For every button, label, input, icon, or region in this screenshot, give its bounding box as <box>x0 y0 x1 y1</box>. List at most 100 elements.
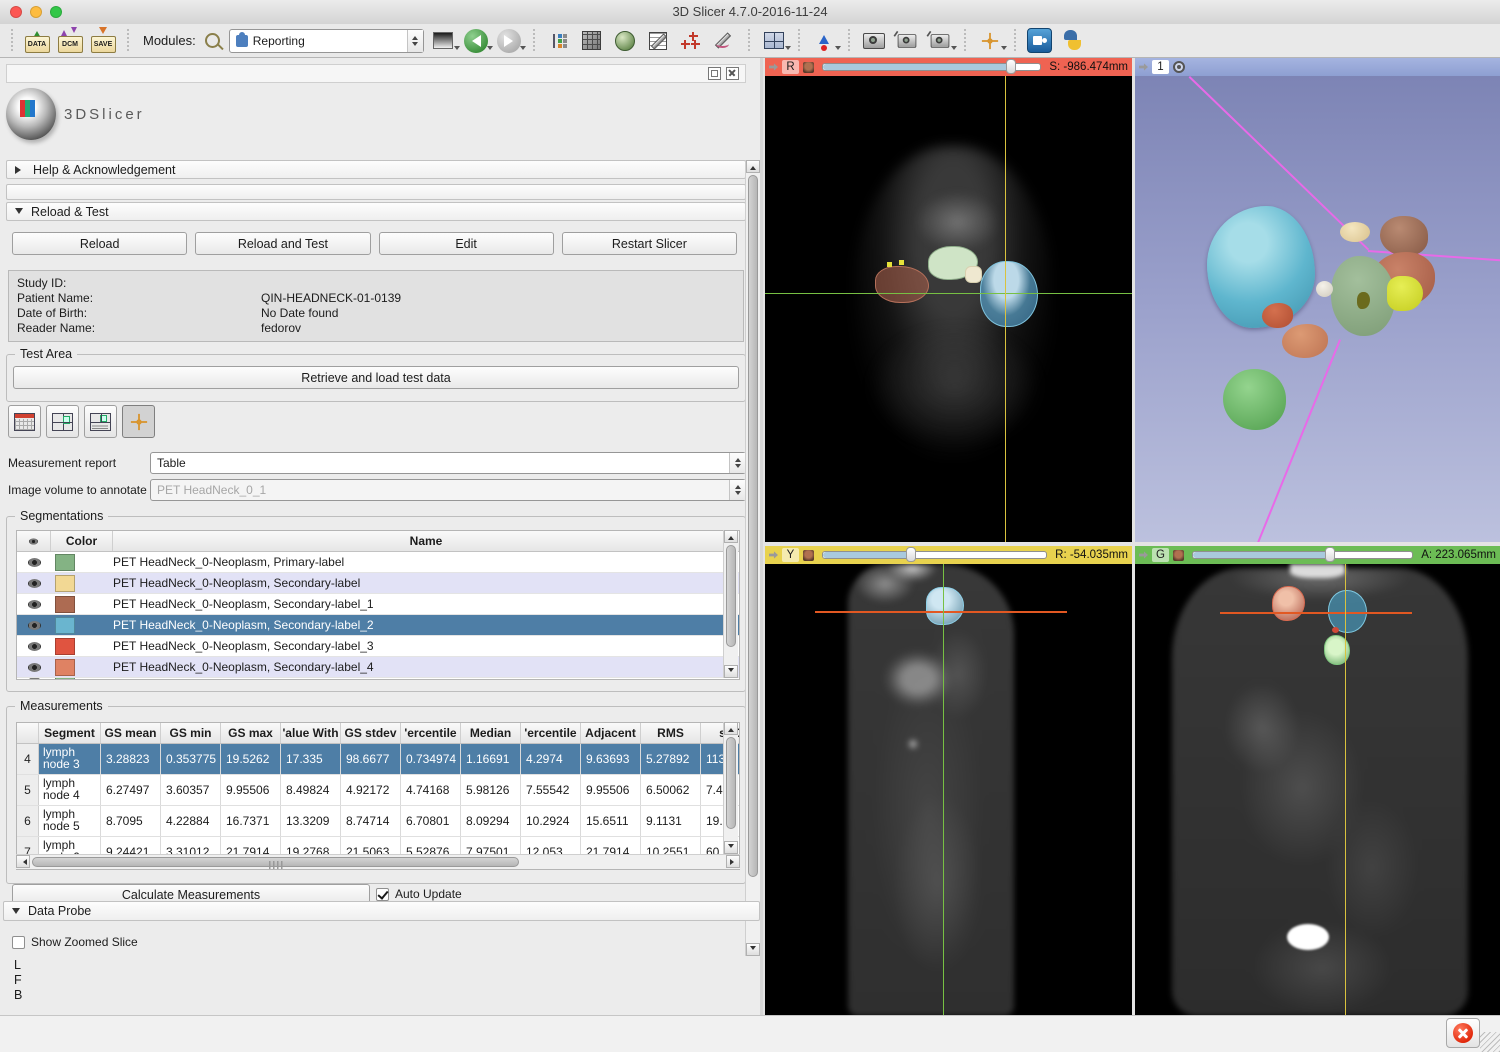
column-header[interactable]: RMS <box>641 723 701 743</box>
color-swatch[interactable] <box>55 595 75 613</box>
scrollbar-thumb[interactable] <box>32 857 519 869</box>
color-swatch[interactable] <box>55 637 75 655</box>
scrollbar-thumb[interactable] <box>726 545 736 647</box>
column-header[interactable]: GS min <box>161 723 221 743</box>
pin-icon[interactable] <box>769 551 778 559</box>
column-header[interactable]: GS stdev <box>341 723 401 743</box>
visibility-cell[interactable] <box>17 662 51 672</box>
color-column-header[interactable]: Color <box>51 531 113 551</box>
dicom-button[interactable]: DCM <box>56 27 84 55</box>
module-history-button[interactable] <box>429 27 460 55</box>
four-up-layout-button[interactable] <box>46 405 79 438</box>
column-header[interactable]: Median <box>461 723 521 743</box>
visibility-cell[interactable] <box>17 578 51 588</box>
measurement-row[interactable]: 6 lymph node 5 8.7095 4.22884 16.7371 13.3209… <box>17 806 739 837</box>
markups-button[interactable] <box>710 27 738 55</box>
column-header[interactable]: Adjacent <box>581 723 641 743</box>
segmentation-row[interactable]: PET HeadNeck_0-Neoplasm, Secondary-label… <box>17 657 739 678</box>
scrollbar-thumb[interactable] <box>748 175 758 877</box>
module-forward-button[interactable] <box>495 27 526 55</box>
segmentation-row[interactable]: PET HeadNeck_0-Neoplasm, Secondary-label… <box>17 615 739 636</box>
scroll-left-button[interactable] <box>16 855 30 868</box>
slice-menu-icon[interactable] <box>1173 549 1184 561</box>
save-button[interactable]: SAVE <box>89 27 117 55</box>
color-cell[interactable] <box>51 658 113 676</box>
measurement-report-spinner[interactable] <box>729 453 745 473</box>
undock-panel-icon[interactable] <box>708 67 721 80</box>
segmentation-row[interactable]: PET HeadNeck_0-Neoplasm, Secondary-label… <box>17 636 739 657</box>
measurement-row[interactable]: 5 lymph node 4 6.27497 3.60357 9.95506 8.4982… <box>17 775 739 806</box>
extensions-manager-button[interactable] <box>1026 27 1054 55</box>
layout-selector-button[interactable] <box>760 27 791 55</box>
visibility-column-header[interactable] <box>17 531 51 551</box>
show-zoomed-slice-checkbox[interactable] <box>12 935 25 949</box>
table-layout-button[interactable] <box>84 405 117 438</box>
slider-thumb[interactable] <box>1005 59 1016 74</box>
scroll-up-button[interactable] <box>724 530 738 543</box>
crosshair-toggle-button[interactable] <box>122 405 155 438</box>
red-slice-layout-button[interactable] <box>8 405 41 438</box>
color-cell[interactable] <box>51 637 113 655</box>
help-section-header[interactable]: Help & Acknowledgement <box>6 160 746 179</box>
yellow-slice-canvas[interactable] <box>765 564 1132 1016</box>
red-slice-slider[interactable] <box>822 59 1042 74</box>
slider-thumb[interactable] <box>905 547 916 562</box>
measurement-report-selector[interactable]: Table <box>150 452 746 474</box>
color-swatch[interactable] <box>55 658 75 676</box>
eye-icon[interactable] <box>27 557 41 567</box>
green-slice-slider[interactable] <box>1192 547 1414 562</box>
error-log-button[interactable] <box>1446 1018 1480 1048</box>
python-console-button[interactable] <box>1059 27 1087 55</box>
panel-scrollbar[interactable] <box>745 160 760 956</box>
scroll-up-button[interactable] <box>746 160 760 173</box>
color-swatch[interactable] <box>55 574 75 592</box>
green-slice-canvas[interactable] <box>1135 564 1500 1016</box>
pin-icon[interactable] <box>769 63 778 71</box>
measurements-vscrollbar[interactable] <box>723 722 738 854</box>
color-swatch[interactable] <box>55 553 75 571</box>
toolbar-handle[interactable] <box>11 28 13 53</box>
column-header[interactable]: 'ercentile <box>401 723 461 743</box>
column-header[interactable]: 'alue With <box>281 723 341 743</box>
segmentations-scrollbar[interactable] <box>723 530 738 678</box>
gear-icon[interactable] <box>1173 61 1185 73</box>
yellow-slice-slider[interactable] <box>822 547 1048 562</box>
scene-view-button[interactable] <box>893 27 921 55</box>
screenshot-button[interactable] <box>860 27 888 55</box>
threed-canvas[interactable] <box>1135 76 1500 542</box>
slider-thumb[interactable] <box>1324 547 1335 562</box>
slice-menu-icon[interactable] <box>803 549 814 561</box>
name-column-header[interactable]: Name <box>113 531 739 551</box>
segmentation-row[interactable]: PET HeadNeck_0-Neoplasm, Secondary-label <box>17 573 739 594</box>
data-probe-section-header[interactable]: Data Probe <box>3 901 760 921</box>
red-slice-canvas[interactable] <box>765 76 1132 542</box>
load-data-button[interactable]: DATA <box>23 27 51 55</box>
module-search-icon[interactable] <box>204 33 220 48</box>
volumes-module-button[interactable] <box>578 27 606 55</box>
scroll-down-button[interactable] <box>746 943 760 956</box>
eye-icon[interactable] <box>27 578 41 588</box>
edit-button[interactable]: Edit <box>378 232 554 255</box>
reload-button[interactable]: Reload <box>12 232 188 255</box>
measurement-row[interactable]: 4 lymph node 3 3.28823 0.353775 19.5262 17.33… <box>17 744 739 775</box>
resize-grip[interactable] <box>1480 1032 1500 1052</box>
volume-rendering-button[interactable] <box>611 27 639 55</box>
segmentation-row[interactable]: PET HeadNeck_0-Neoplasm, Primary-label <box>17 552 739 573</box>
visibility-cell[interactable] <box>17 620 51 630</box>
mouse-interaction-button[interactable] <box>810 27 841 55</box>
auto-update-checkbox[interactable] <box>376 887 389 901</box>
column-header[interactable]: 'ercentile <box>521 723 581 743</box>
close-panel-icon[interactable] <box>726 67 739 80</box>
color-cell[interactable] <box>51 595 113 613</box>
scroll-down-button[interactable] <box>724 665 738 678</box>
measurements-hscrollbar[interactable] <box>16 854 740 869</box>
color-cell[interactable] <box>51 553 113 571</box>
column-header[interactable]: GS max <box>221 723 281 743</box>
color-cell[interactable] <box>51 574 113 592</box>
segmentation-row[interactable]: PET HeadNeck_0-Neoplasm, Secondary-label… <box>17 594 739 615</box>
visibility-cell[interactable] <box>17 641 51 651</box>
crosshair-button[interactable] <box>976 27 1007 55</box>
visibility-cell[interactable] <box>17 557 51 567</box>
reload-and-test-button[interactable]: Reload and Test <box>195 232 371 255</box>
module-back-button[interactable] <box>462 27 493 55</box>
